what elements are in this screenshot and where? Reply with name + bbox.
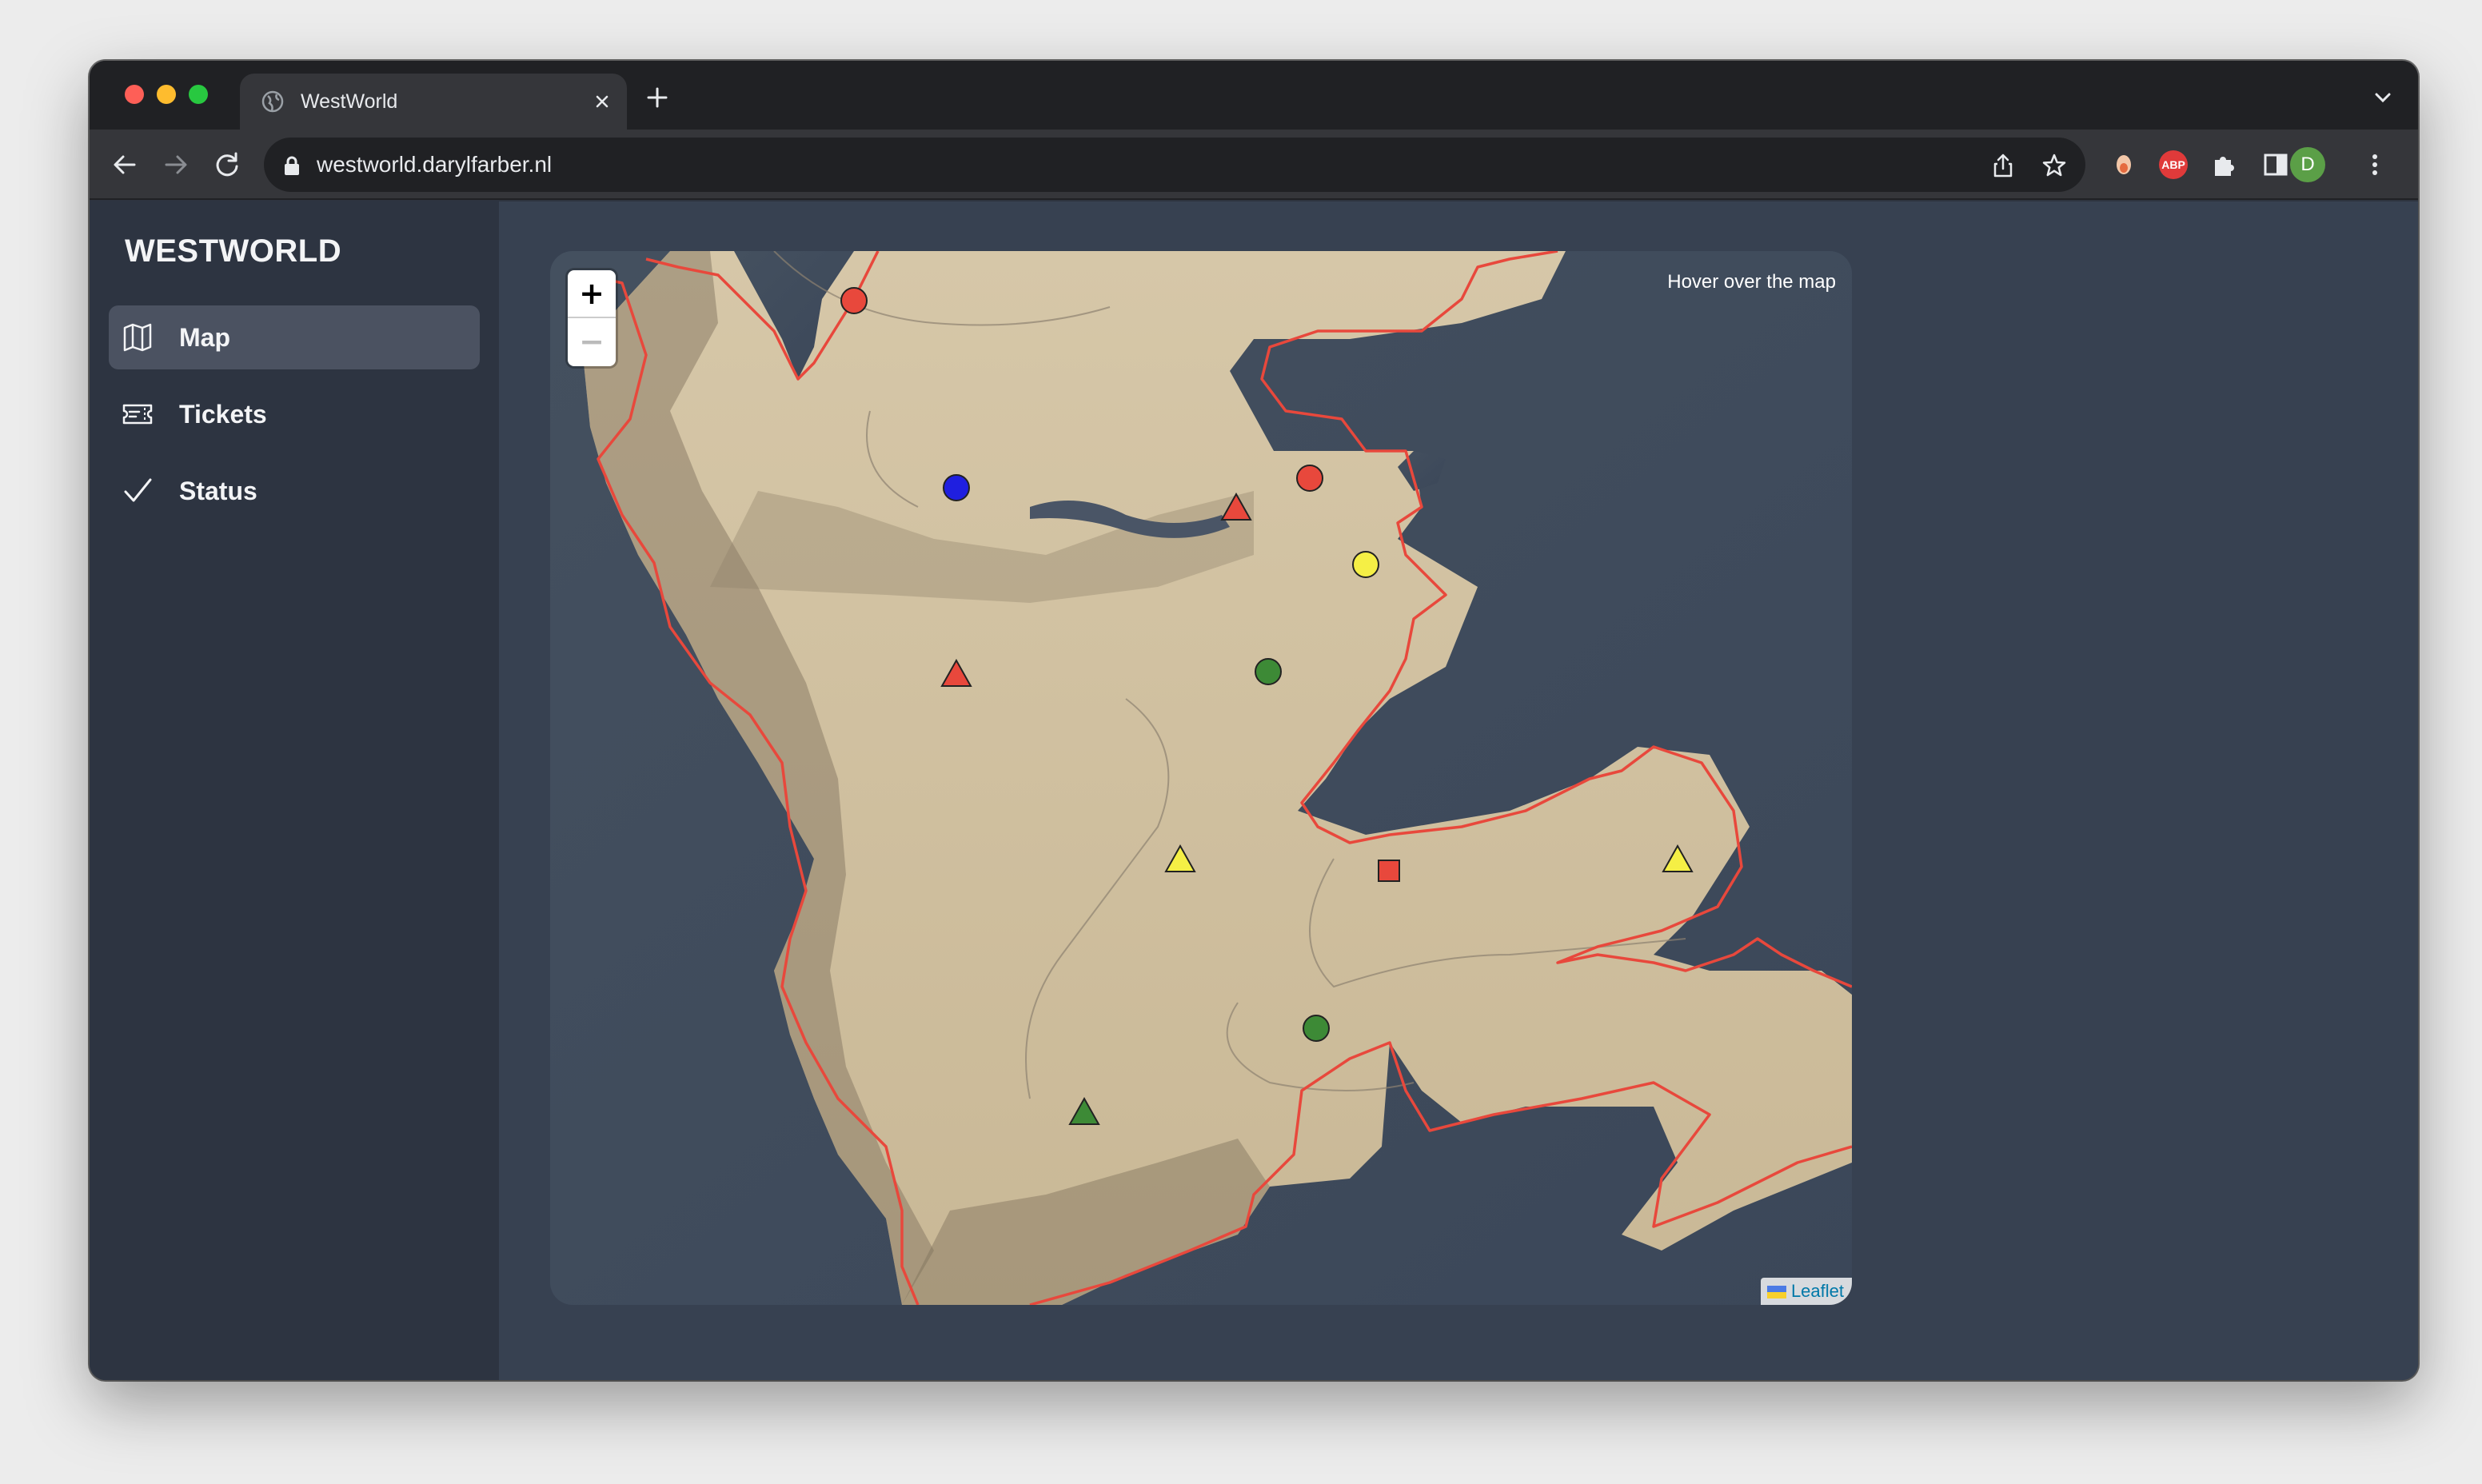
reload-icon[interactable]	[211, 149, 243, 181]
marker-red-square[interactable]	[1378, 860, 1400, 882]
window-minimize-button[interactable]	[157, 85, 176, 104]
zoom-out-button[interactable]: −	[568, 318, 616, 366]
globe-icon	[261, 90, 284, 113]
marker-red-circle[interactable]	[1296, 465, 1323, 492]
sidebar-item-map[interactable]: Map	[109, 305, 480, 369]
browser-window: WestWorld westworld.darylfarber.nl ABP D…	[90, 61, 2418, 1380]
lock-icon	[285, 156, 299, 175]
marker-red-circle[interactable]	[840, 287, 868, 314]
forward-arrow-icon[interactable]	[160, 149, 192, 181]
window-close-button[interactable]	[125, 85, 144, 104]
sidebar-item-label: Status	[179, 477, 257, 505]
sidebar-item-label: Tickets	[179, 400, 267, 429]
close-icon[interactable]	[592, 91, 613, 112]
browser-toolbar: westworld.darylfarber.nl ABP D	[90, 130, 2418, 200]
app-brand: WESTWORLD	[125, 233, 342, 269]
zoom-in-button[interactable]: +	[568, 270, 616, 318]
marker-green-circle[interactable]	[1303, 1015, 1330, 1042]
kebab-menu-icon[interactable]	[2360, 150, 2389, 179]
side-panel-icon[interactable]	[2261, 150, 2290, 179]
extension-shield-icon[interactable]	[2109, 150, 2138, 179]
sidebar-item-label: Map	[179, 323, 230, 352]
share-icon[interactable]	[1989, 152, 2017, 179]
chevron-down-icon[interactable]	[2372, 86, 2394, 109]
hover-info-label: Hover over the map	[1667, 271, 1836, 293]
sidebar-item-tickets[interactable]: Tickets	[109, 382, 480, 446]
marker-yellow-circle[interactable]	[1352, 551, 1379, 578]
sidebar-item-status[interactable]: Status	[109, 459, 480, 523]
puzzle-extensions-icon[interactable]	[2210, 150, 2239, 179]
address-bar[interactable]: westworld.darylfarber.nl	[264, 138, 2085, 192]
app-content: WESTWORLD Map Tickets Status + − Hover o…	[90, 201, 2418, 1380]
map-container[interactable]: + − Hover over the map Leaflet	[550, 251, 1852, 1305]
new-tab-button[interactable]	[644, 85, 670, 110]
ukraine-flag-icon	[1766, 1286, 1786, 1299]
window-maximize-button[interactable]	[189, 85, 208, 104]
leaflet-link[interactable]: Leaflet	[1791, 1281, 1844, 1301]
map-canvas[interactable]	[550, 251, 1852, 1305]
checkmark-icon	[124, 478, 152, 502]
bookmark-star-icon[interactable]	[2041, 152, 2068, 179]
zoom-control: + −	[568, 270, 616, 366]
sidebar: WESTWORLD Map Tickets Status	[90, 201, 499, 1380]
adblock-icon[interactable]: ABP	[2159, 150, 2188, 179]
tab-title: WestWorld	[301, 90, 398, 113]
back-arrow-icon[interactable]	[109, 149, 141, 181]
tab-strip: WestWorld	[90, 61, 2418, 130]
browser-tab[interactable]: WestWorld	[240, 74, 627, 130]
marker-blue-circle[interactable]	[943, 474, 970, 501]
url-text: westworld.darylfarber.nl	[317, 152, 553, 177]
ticket-icon	[122, 404, 153, 425]
map-attribution: Leaflet	[1760, 1278, 1852, 1305]
profile-avatar[interactable]: D	[2290, 147, 2325, 182]
marker-green-circle[interactable]	[1255, 658, 1282, 685]
map-icon	[123, 323, 152, 352]
